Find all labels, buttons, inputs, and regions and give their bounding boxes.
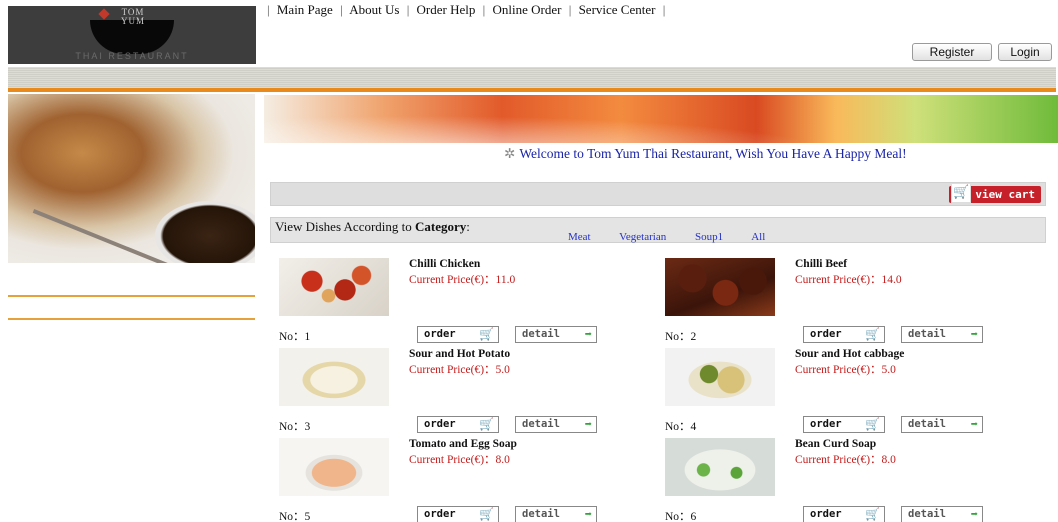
order-button[interactable]: order 🛒 (417, 506, 499, 522)
detail-button[interactable]: detail ➡ (515, 416, 597, 433)
login-button[interactable]: Login (998, 43, 1052, 61)
category-link-meat[interactable]: Meat (568, 231, 591, 243)
dish-price: Current Price(€)：14.0 (795, 274, 902, 286)
arrow-icon: ➡ (584, 327, 592, 341)
category-filter-bar: View Dishes According to Category: Meat … (270, 217, 1046, 243)
arrow-icon: ➡ (584, 417, 592, 431)
main-nav-links: | Main Page | About Us | Order Help | On… (263, 2, 669, 18)
cart-icon: 🛒 (865, 417, 880, 431)
arrow-icon: ➡ (970, 507, 978, 521)
welcome-message: ✲ Welcome to Tom Yum Thai Restaurant, Wis… (504, 146, 907, 162)
dish-name[interactable]: Bean Curd Soap (795, 438, 876, 450)
dish-name[interactable]: Chilli Beef (795, 258, 847, 270)
category-links: Meat Vegetarian Soup1 All (568, 231, 791, 243)
nav-separator: | (662, 2, 666, 17)
dish-photo[interactable] (279, 438, 389, 496)
view-cart-label: view cart (975, 188, 1035, 201)
order-button[interactable]: order 🛒 (803, 416, 885, 433)
dish-card: Sour and Hot cabbage Current Price(€)：5.… (665, 348, 1051, 438)
cart-icon: 🛒 (479, 417, 494, 431)
dish-name[interactable]: Sour and Hot Potato (409, 348, 510, 360)
nav-separator: | (267, 2, 270, 17)
dish-number: No：4 (665, 421, 697, 433)
dish-price: Current Price(€)：8.0 (409, 454, 510, 466)
dish-name[interactable]: Sour and Hot cabbage (795, 348, 904, 360)
cart-icon: 🛒 (865, 327, 880, 341)
nav-item-about-us[interactable]: About Us (349, 2, 399, 17)
order-button[interactable]: order 🛒 (803, 506, 885, 522)
register-button[interactable]: Register (912, 43, 992, 61)
dish-number: No：6 (665, 511, 697, 522)
arrow-icon: ➡ (584, 507, 592, 521)
dish-number: No：2 (665, 331, 697, 343)
dish-photo[interactable] (665, 258, 775, 316)
dish-price: Current Price(€)：11.0 (409, 274, 516, 286)
dish-name[interactable]: Tomato and Egg Soap (409, 438, 517, 450)
category-label: View Dishes According to Category: (275, 219, 470, 234)
sidebar-divider (8, 318, 255, 320)
banner-image (264, 95, 1058, 143)
dish-photo[interactable] (665, 438, 775, 496)
nav-separator: | (482, 2, 486, 17)
restaurant-logo[interactable]: TOM YUM THAI RESTAURANT (8, 6, 256, 64)
nav-item-service-center[interactable]: Service Center (579, 2, 656, 17)
nav-separator: | (568, 2, 572, 17)
arrow-icon: ➡ (970, 327, 978, 341)
dish-name[interactable]: Chilli Chicken (409, 258, 480, 270)
dish-price: Current Price(€)：8.0 (795, 454, 896, 466)
order-button[interactable]: order 🛒 (417, 326, 499, 343)
arrow-icon: ➡ (970, 417, 978, 431)
dish-card: Sour and Hot Potato Current Price(€)：5.0… (279, 348, 665, 438)
dish-price: Current Price(€)：5.0 (409, 364, 510, 376)
dish-number: No：5 (279, 511, 311, 522)
logo-subtitle: THAI RESTAURANT (75, 51, 189, 61)
nav-divider (8, 88, 1056, 92)
dish-photo[interactable] (279, 348, 389, 406)
sauce-bowl-graphic (155, 201, 255, 263)
cart-icon: 🛒 (865, 507, 880, 521)
dish-price: Current Price(€)：5.0 (795, 364, 896, 376)
nav-item-online-order[interactable]: Online Order (493, 2, 562, 17)
dish-card: Chilli Beef Current Price(€)：14.0 No：2 o… (665, 258, 1051, 348)
order-button[interactable]: order 🛒 (803, 326, 885, 343)
detail-button[interactable]: detail ➡ (515, 326, 597, 343)
nav-item-main-page[interactable]: Main Page (277, 2, 333, 17)
sidebar-divider (8, 295, 255, 297)
category-link-all[interactable]: All (751, 231, 765, 243)
nav-separator: | (340, 2, 343, 17)
detail-button[interactable]: detail ➡ (515, 506, 597, 522)
cart-icon: 🛒 (479, 327, 494, 341)
dish-card: Tomato and Egg Soap Current Price(€)：8.0… (279, 438, 665, 522)
dish-photo[interactable] (279, 258, 389, 316)
view-cart-button[interactable]: 🛒 view cart (949, 183, 1041, 203)
cart-bar: 🛒 view cart (270, 182, 1046, 206)
sparkle-icon: ✲ (504, 146, 516, 161)
detail-button[interactable]: detail ➡ (901, 326, 983, 343)
main-nav (8, 67, 1056, 88)
order-button[interactable]: order 🛒 (417, 416, 499, 433)
nav-item-order-help[interactable]: Order Help (417, 2, 476, 17)
shopping-cart-icon: 🛒 (951, 183, 972, 203)
welcome-text: Welcome to Tom Yum Thai Restaurant, Wish… (519, 146, 907, 161)
dish-number: No：3 (279, 421, 311, 433)
logo-line2: YUM (120, 16, 145, 26)
nav-separator: | (406, 2, 410, 17)
cart-icon: 🛒 (479, 507, 494, 521)
chopsticks-graphic (32, 209, 174, 263)
detail-button[interactable]: detail ➡ (901, 506, 983, 522)
category-link-vegetarian[interactable]: Vegetarian (619, 231, 666, 243)
category-link-soup[interactable]: Soup1 (695, 231, 723, 243)
dish-number: No：1 (279, 331, 311, 343)
sidebar-food-photo (8, 94, 255, 263)
dish-photo[interactable] (665, 348, 775, 406)
dish-card: Chilli Chicken Current Price(€)：11.0 No：… (279, 258, 665, 348)
dish-card: Bean Curd Soap Current Price(€)：8.0 No：6… (665, 438, 1051, 522)
detail-button[interactable]: detail ➡ (901, 416, 983, 433)
